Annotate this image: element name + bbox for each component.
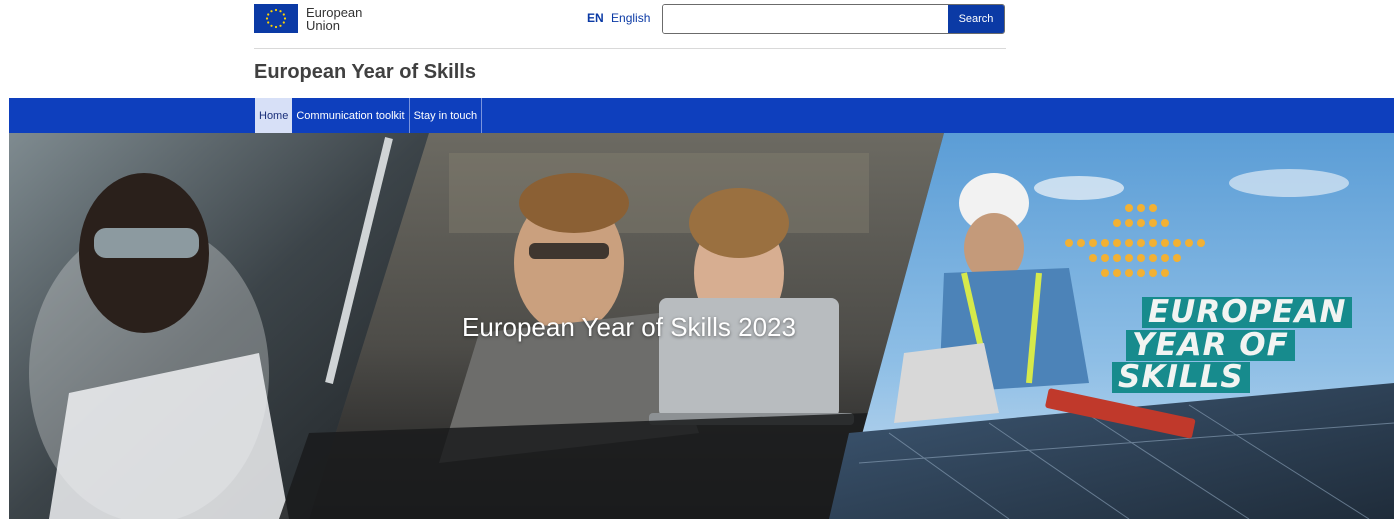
badge-line-3: SKILLS <box>1112 362 1250 393</box>
badge-line-1: EUROPEAN <box>1142 297 1353 328</box>
main-navigation: Home Communication toolkit Stay in touch <box>9 98 1394 133</box>
eu-logo[interactable]: European Union <box>254 4 362 33</box>
logo-line1: European <box>306 4 363 20</box>
language-name: English <box>611 11 651 25</box>
header-divider <box>254 48 1006 49</box>
nav-item-communication-toolkit[interactable]: Communication toolkit <box>292 98 410 133</box>
nav-item-home[interactable]: Home <box>255 98 293 133</box>
search-form: Search <box>662 4 1005 34</box>
hero-banner: European Year of Skills 2023 EUROPEAN YE… <box>9 133 1394 519</box>
logo-line2: Union <box>306 17 340 33</box>
nav-item-stay-in-touch[interactable]: Stay in touch <box>410 98 483 133</box>
logo-text: European Union <box>306 6 362 32</box>
language-selector[interactable]: EN English <box>587 11 650 25</box>
eu-flag-icon <box>254 4 298 33</box>
search-button[interactable]: Search <box>948 5 1004 33</box>
language-code: EN <box>587 11 604 25</box>
european-year-of-skills-badge: EUROPEAN YEAR OF SKILLS <box>1112 297 1353 397</box>
nav-items: Home Communication toolkit Stay in touch <box>255 98 483 133</box>
site-header: European Union EN English Search Europea… <box>0 0 1394 98</box>
hero-title: European Year of Skills 2023 <box>462 312 796 342</box>
site-title[interactable]: European Year of Skills <box>254 61 476 84</box>
search-input[interactable] <box>663 5 948 33</box>
badge-line-2: YEAR OF <box>1126 330 1295 361</box>
